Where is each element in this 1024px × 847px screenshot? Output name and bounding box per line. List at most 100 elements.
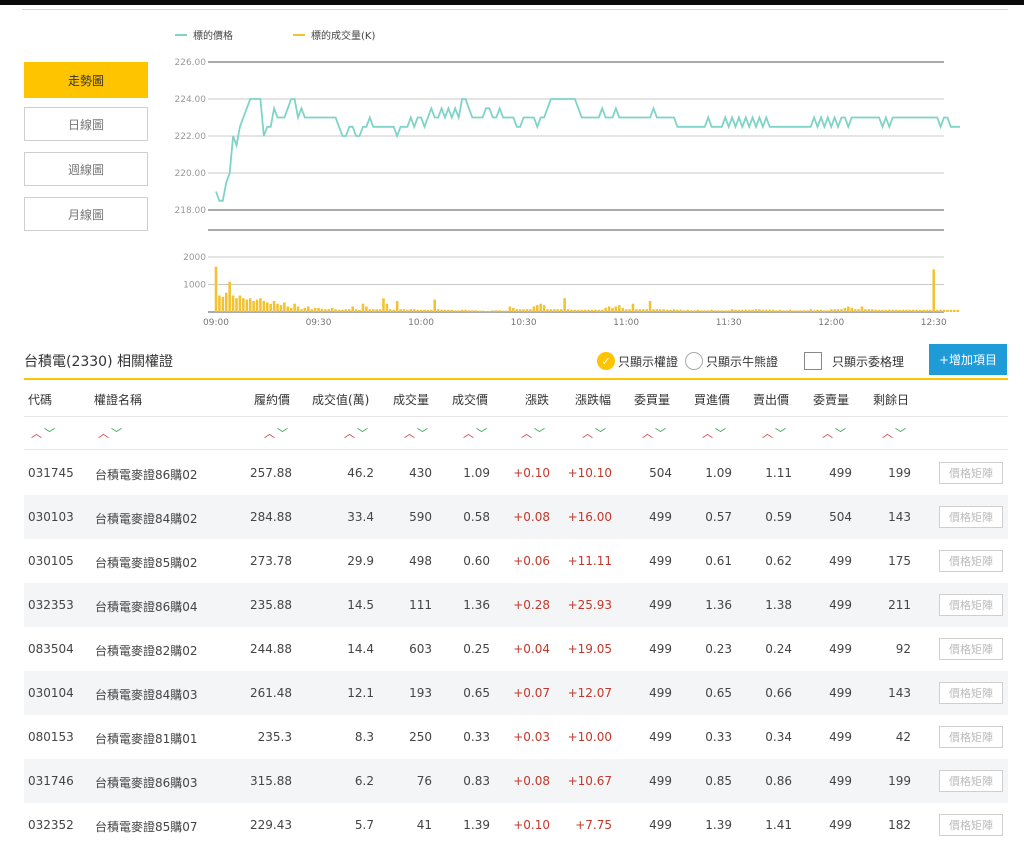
sort-toggle[interactable]: ︿﹀ xyxy=(822,425,848,441)
tab-monthly[interactable]: 月線圖 xyxy=(24,197,148,231)
sort-toggle[interactable]: ︿﹀ xyxy=(582,425,608,441)
sort-toggle[interactable]: ︿﹀ xyxy=(762,425,788,441)
price-matrix-button[interactable]: 價格矩陣 xyxy=(939,506,1003,528)
sort-asc-icon[interactable]: ︿ xyxy=(31,427,44,440)
filter-bullbear-only[interactable]: 只顯示牛熊證 xyxy=(685,352,778,370)
warrant-name[interactable]: 台積電麥證86購02 xyxy=(95,466,198,483)
sort-asc-icon[interactable]: ︿ xyxy=(762,427,775,440)
table-cell: 603 xyxy=(364,642,432,656)
table-row[interactable]: 083504台積電麥證82購02244.8814.46030.25+0.04+1… xyxy=(24,627,1008,671)
warrant-name[interactable]: 台積電麥證84購02 xyxy=(95,510,198,527)
tab-intraday[interactable]: 走勢圖 xyxy=(24,62,148,98)
sort-desc-icon[interactable]: ﹀ xyxy=(715,427,728,440)
sort-desc-icon[interactable]: ﹀ xyxy=(895,427,908,440)
add-item-button[interactable]: +增加項目 xyxy=(929,344,1007,375)
sort-asc-icon[interactable]: ︿ xyxy=(404,427,417,440)
sort-desc-icon[interactable]: ﹀ xyxy=(476,427,489,440)
sort-desc-icon[interactable]: ﹀ xyxy=(534,427,547,440)
warrant-name[interactable]: 台積電麥證84購03 xyxy=(95,686,198,703)
column-header: 代碼 xyxy=(28,391,52,408)
volume-bar xyxy=(372,309,375,312)
price-matrix-button[interactable]: 價格矩陣 xyxy=(939,814,1003,836)
sort-toggle[interactable]: ︿﹀ xyxy=(344,425,370,441)
filter-market-maker[interactable]: 只顯示委格理 xyxy=(804,352,904,370)
sort-toggle[interactable]: ︿﹀ xyxy=(521,425,547,441)
warrant-name[interactable]: 台積電麥證86購03 xyxy=(95,774,198,791)
table-cell: 41 xyxy=(364,818,432,832)
sort-asc-icon[interactable]: ︿ xyxy=(344,427,357,440)
warrant-code[interactable]: 030105 xyxy=(28,554,74,568)
sort-toggle[interactable]: ︿﹀ xyxy=(31,425,57,441)
sort-toggle[interactable]: ︿﹀ xyxy=(642,425,668,441)
volume-bar xyxy=(457,310,460,312)
sort-asc-icon[interactable]: ︿ xyxy=(264,427,277,440)
table-row[interactable]: 031745台積電麥證86購02257.8846.24301.09+0.10+1… xyxy=(24,451,1008,495)
warrant-code[interactable]: 031746 xyxy=(28,774,74,788)
table-cell: 199 xyxy=(844,466,911,480)
sort-asc-icon[interactable]: ︿ xyxy=(98,427,111,440)
table-row[interactable]: 030105台積電麥證85購02273.7829.94980.60+0.06+1… xyxy=(24,539,1008,583)
sort-asc-icon[interactable]: ︿ xyxy=(463,427,476,440)
tab-daily[interactable]: 日線圖 xyxy=(24,107,148,141)
sort-desc-icon[interactable]: ﹀ xyxy=(417,427,430,440)
warrant-code[interactable]: 031745 xyxy=(28,466,74,480)
checkbox-icon[interactable] xyxy=(804,352,822,370)
table-cell: 499 xyxy=(604,818,672,832)
volume-bar xyxy=(915,310,918,312)
warrant-name[interactable]: 台積電麥證81購01 xyxy=(95,730,198,747)
sort-desc-icon[interactable]: ﹀ xyxy=(111,427,124,440)
price-matrix-button[interactable]: 價格矩陣 xyxy=(939,682,1003,704)
table-row[interactable]: 031746台積電麥證86購03315.886.2760.83+0.08+10.… xyxy=(24,759,1008,803)
sort-toggle[interactable]: ︿﹀ xyxy=(264,425,290,441)
price-tick-label: 226.00 xyxy=(175,58,207,68)
sort-asc-icon[interactable]: ︿ xyxy=(582,427,595,440)
warrant-code[interactable]: 083504 xyxy=(28,642,74,656)
column-header: 買進價 xyxy=(694,391,730,408)
warrant-code[interactable]: 032352 xyxy=(28,818,74,832)
sort-toggle[interactable]: ︿﹀ xyxy=(882,425,908,441)
filter-bullbear-label: 只顯示牛熊證 xyxy=(706,353,778,370)
table-row[interactable]: 080153台積電麥證81購01235.38.32500.33+0.03+10.… xyxy=(24,715,1008,759)
volume-bar xyxy=(628,309,631,312)
volume-bar xyxy=(341,310,344,312)
sort-toggle[interactable]: ︿﹀ xyxy=(404,425,430,441)
price-matrix-button[interactable]: 價格矩陣 xyxy=(939,594,1003,616)
warrant-name[interactable]: 台積電麥證86購04 xyxy=(95,598,198,615)
price-matrix-button[interactable]: 價格矩陣 xyxy=(939,550,1003,572)
volume-bar xyxy=(290,308,293,312)
table-row[interactable]: 030103台積電麥證84購02284.8833.45900.58+0.08+1… xyxy=(24,495,1008,539)
tab-weekly[interactable]: 週線圖 xyxy=(24,152,148,186)
warrant-name[interactable]: 台積電麥證82購02 xyxy=(95,642,198,659)
volume-bar xyxy=(765,310,768,312)
sort-asc-icon[interactable]: ︿ xyxy=(642,427,655,440)
sort-desc-icon[interactable]: ﹀ xyxy=(595,427,608,440)
warrant-code[interactable]: 032353 xyxy=(28,598,74,612)
price-matrix-button[interactable]: 價格矩陣 xyxy=(939,462,1003,484)
filter-warrant-only[interactable]: ✓ 只顯示權證 xyxy=(597,352,678,370)
volume-bar xyxy=(300,309,303,312)
sort-asc-icon[interactable]: ︿ xyxy=(521,427,534,440)
sort-desc-icon[interactable]: ﹀ xyxy=(357,427,370,440)
warrant-code[interactable]: 080153 xyxy=(28,730,74,744)
warrant-code[interactable]: 030103 xyxy=(28,510,74,524)
price-matrix-button[interactable]: 價格矩陣 xyxy=(939,726,1003,748)
warrant-name[interactable]: 台積電麥證85購07 xyxy=(95,818,198,835)
warrant-code[interactable]: 030104 xyxy=(28,686,74,700)
sort-asc-icon[interactable]: ︿ xyxy=(882,427,895,440)
sort-toggle[interactable]: ︿﹀ xyxy=(98,425,124,441)
sort-desc-icon[interactable]: ﹀ xyxy=(775,427,788,440)
sort-asc-icon[interactable]: ︿ xyxy=(822,427,835,440)
sort-desc-icon[interactable]: ﹀ xyxy=(277,427,290,440)
sort-toggle[interactable]: ︿﹀ xyxy=(463,425,489,441)
sort-desc-icon[interactable]: ﹀ xyxy=(835,427,848,440)
table-row[interactable]: 030104台積電麥證84購03261.4812.11930.65+0.07+1… xyxy=(24,671,1008,715)
table-row[interactable]: 032352台積電麥證85購07229.435.7411.39+0.10+7.7… xyxy=(24,803,1008,847)
sort-toggle[interactable]: ︿﹀ xyxy=(702,425,728,441)
price-matrix-button[interactable]: 價格矩陣 xyxy=(939,770,1003,792)
table-row[interactable]: 032353台積電麥證86購04235.8814.51111.36+0.28+2… xyxy=(24,583,1008,627)
sort-asc-icon[interactable]: ︿ xyxy=(702,427,715,440)
sort-desc-icon[interactable]: ﹀ xyxy=(655,427,668,440)
price-matrix-button[interactable]: 價格矩陣 xyxy=(939,638,1003,660)
warrant-name[interactable]: 台積電麥證85購02 xyxy=(95,554,198,571)
sort-desc-icon[interactable]: ﹀ xyxy=(44,427,57,440)
